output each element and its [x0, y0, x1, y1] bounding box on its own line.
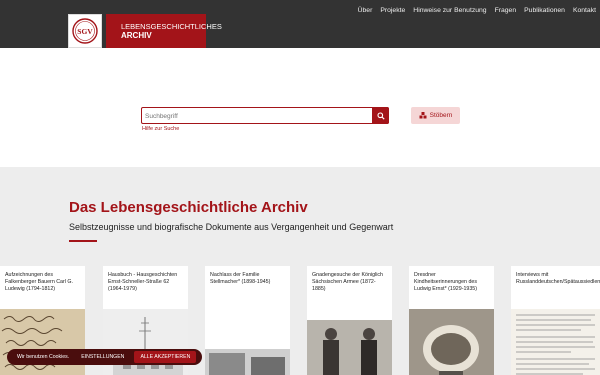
card-title: Interviews mit Russlanddeutschen/Spätaus… — [516, 272, 600, 286]
brand-title[interactable]: LEBENSGESCHICHTLICHES ARCHIV — [106, 14, 222, 48]
boxes-icon — [419, 112, 427, 119]
archive-subtitle: Selbstzeugnisse und biografische Dokumen… — [69, 222, 394, 232]
card-title: Hausbuch - Hausgeschichten Ernst-Schnell… — [108, 272, 178, 293]
top-bar: SGV LEBENSGESCHICHTLICHES ARCHIV Über Pr… — [0, 0, 600, 48]
collection-card[interactable]: Nachlass der Familie Stellmacher* (1898-… — [205, 266, 290, 375]
collection-card[interactable]: Gnadengesuche der Königlich Sächsischen … — [307, 266, 392, 375]
brand-line-2: ARCHIV — [121, 31, 152, 40]
archive-section: Das Lebensgeschichtliche Archiv Selbstze… — [0, 167, 600, 375]
brand-line-1: LEBENSGESCHICHTLICHES — [121, 22, 222, 31]
cookie-accept-button[interactable]: ALLE AKZEPTIEREN — [134, 351, 197, 363]
card-title: Gnadengesuche der Königlich Sächsischen … — [312, 272, 383, 293]
search-button[interactable] — [372, 107, 389, 124]
nav-fragen[interactable]: Fragen — [491, 7, 521, 14]
cookie-text: Wir benutzen Cookies. — [17, 354, 70, 360]
search-help-link[interactable]: Hilfe zur Suche — [142, 126, 179, 132]
card-title: Nachlass der Familie Stellmacher* (1898-… — [210, 272, 271, 286]
card-title: Aufzeichnungen des Falkenberger Bauern C… — [5, 272, 74, 293]
search-icon — [376, 111, 385, 120]
collection-card[interactable]: Interviews mit Russlanddeutschen/Spätaus… — [511, 266, 600, 375]
nav-publikationen[interactable]: Publikationen — [520, 7, 569, 14]
main-nav: Über Projekte Hinweise zur Benutzung Fra… — [354, 7, 600, 14]
card-image — [205, 349, 290, 375]
nav-ueber[interactable]: Über — [354, 7, 377, 14]
nav-kontakt[interactable]: Kontakt — [569, 7, 600, 14]
nav-hinweise[interactable]: Hinweise zur Benutzung — [409, 7, 490, 14]
sgv-logo-icon: SGV — [72, 18, 98, 44]
cookie-settings-button[interactable]: EINSTELLUNGEN — [81, 354, 124, 360]
archive-title: Das Lebensgeschichtliche Archiv — [69, 199, 308, 216]
svg-text:SGV: SGV — [77, 27, 93, 36]
collection-card[interactable]: Dresdner Kindheitserinnerungen des Ludwi… — [409, 266, 494, 375]
search-input[interactable] — [145, 110, 369, 122]
card-image — [409, 309, 494, 375]
accent-divider — [69, 240, 97, 242]
card-title: Dresdner Kindheitserinnerungen des Ludwi… — [414, 272, 478, 293]
card-image — [307, 320, 392, 375]
card-image — [0, 309, 85, 375]
browse-label: Stöbern — [429, 112, 453, 119]
browse-button[interactable]: Stöbern — [411, 107, 460, 124]
site-logo[interactable]: SGV — [68, 14, 102, 48]
card-image — [511, 309, 600, 375]
cookie-banner: Wir benutzen Cookies. EINSTELLUNGEN ALLE… — [7, 349, 202, 365]
search-box — [141, 107, 389, 124]
card-image — [103, 309, 188, 375]
nav-projekte[interactable]: Projekte — [376, 7, 409, 14]
